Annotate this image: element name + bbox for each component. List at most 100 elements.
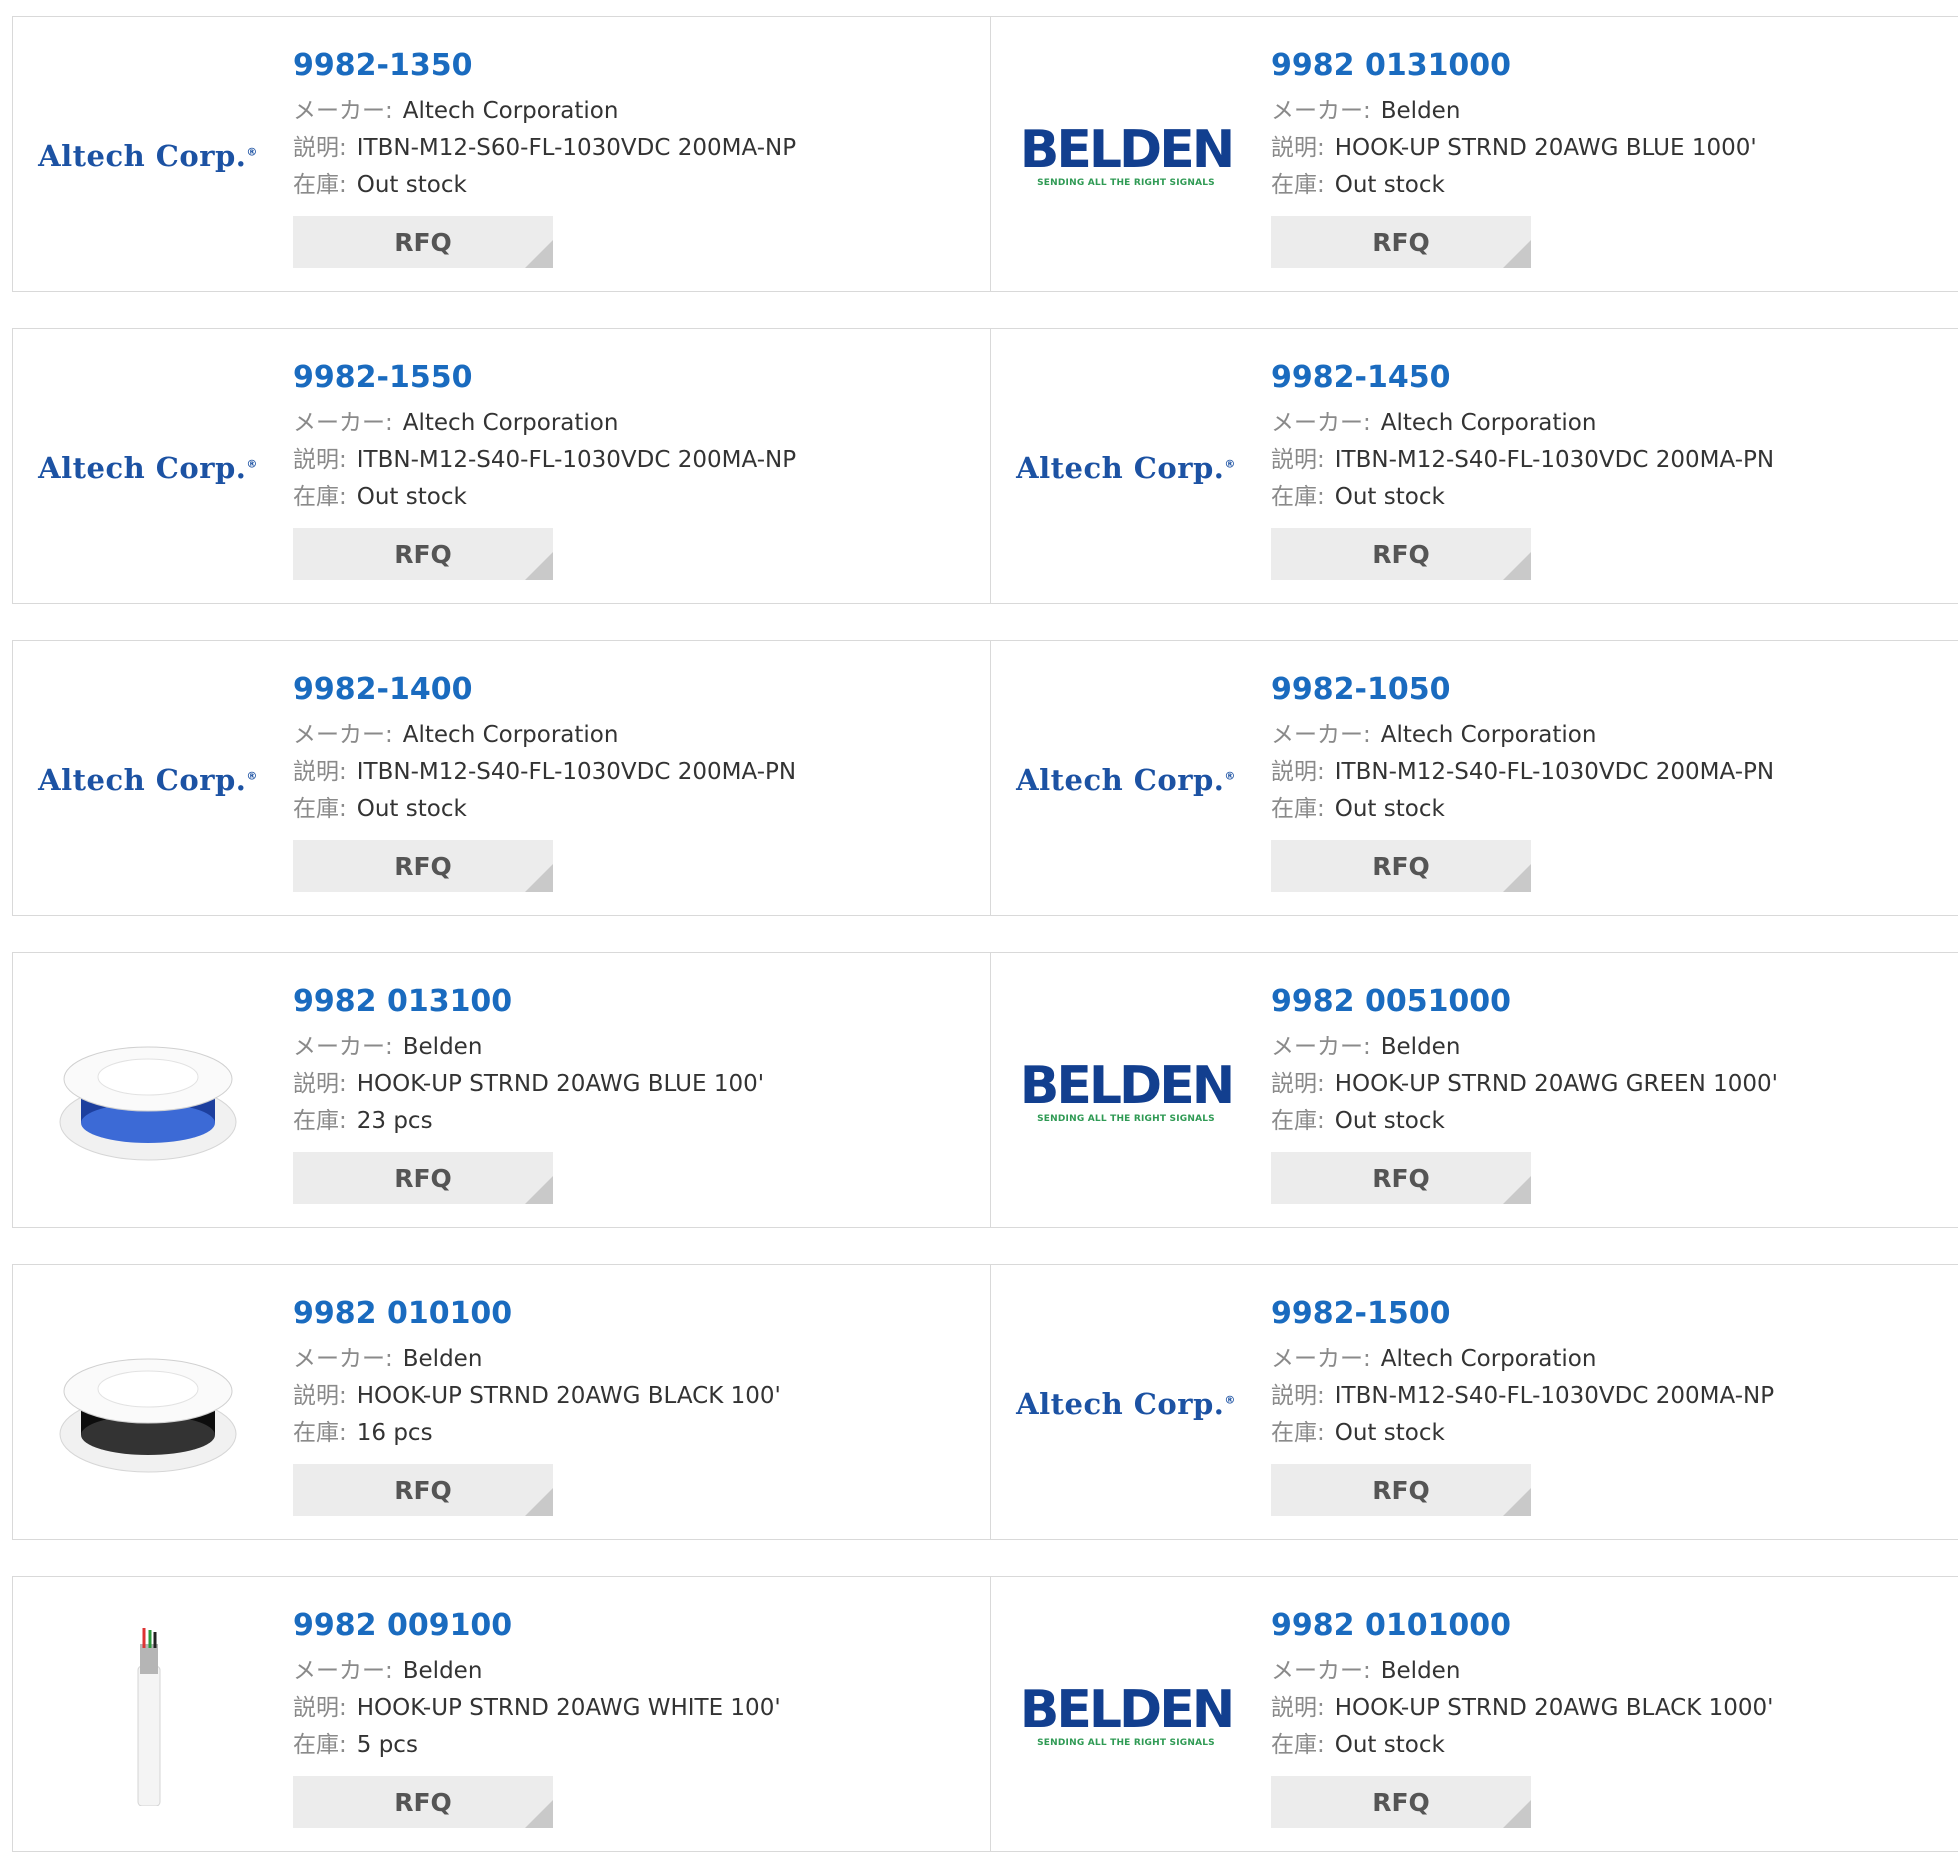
maker-label: メーカー:: [1271, 1034, 1371, 1060]
description-value: HOOK-UP STRND 20AWG BLUE 100': [356, 1071, 765, 1097]
stock-row: 在庫: Out stock: [293, 479, 971, 516]
stock-row: 在庫: 16 pcs: [293, 1415, 971, 1452]
part-number-link[interactable]: 9982-1050: [1271, 671, 1958, 709]
rfq-button[interactable]: RFQ: [1271, 1152, 1531, 1204]
stock-value: Out stock: [1334, 484, 1445, 510]
product-image[interactable]: [43, 1329, 253, 1479]
product-image[interactable]: Altech Corp.®: [1016, 1329, 1235, 1479]
rfq-button[interactable]: RFQ: [1271, 216, 1531, 268]
part-number-link[interactable]: 9982-1450: [1271, 359, 1958, 397]
product-info: 9982-1500 メーカー: Altech Corporation 説明: ITB…: [1271, 1295, 1958, 1516]
rfq-label: RFQ: [1372, 539, 1430, 569]
maker-row: メーカー: Altech Corporation: [1271, 1341, 1958, 1378]
description-value: ITBN-M12-S40-FL-1030VDC 200MA-PN: [1334, 759, 1775, 785]
maker-label: メーカー:: [1271, 1658, 1371, 1684]
stock-label: 在庫:: [293, 796, 347, 822]
maker-label: メーカー:: [1271, 722, 1371, 748]
product-image[interactable]: BELDEN SENDING ALL THE RIGHT SIGNALS: [1020, 1017, 1235, 1167]
rfq-button[interactable]: RFQ: [293, 1152, 553, 1204]
rfq-button[interactable]: RFQ: [1271, 528, 1531, 580]
product-card: BELDEN SENDING ALL THE RIGHT SIGNALS 9982…: [990, 16, 1958, 292]
maker-row: メーカー: Belden: [293, 1341, 971, 1378]
part-number-link[interactable]: 9982-1550: [293, 359, 971, 397]
maker-label: メーカー:: [293, 410, 393, 436]
corner-triangle-icon: [525, 552, 553, 580]
product-image[interactable]: Altech Corp.®: [1016, 393, 1235, 543]
rfq-button[interactable]: RFQ: [293, 528, 553, 580]
product-image[interactable]: Altech Corp.®: [38, 81, 257, 231]
corner-triangle-icon: [1503, 240, 1531, 268]
part-number-link[interactable]: 9982 0051000: [1271, 983, 1958, 1021]
rfq-label: RFQ: [1372, 1475, 1430, 1505]
description-row: 説明: HOOK-UP STRND 20AWG BLUE 1000': [1271, 130, 1958, 167]
description-value: HOOK-UP STRND 20AWG BLACK 100': [356, 1383, 781, 1409]
product-image[interactable]: BELDEN SENDING ALL THE RIGHT SIGNALS: [1020, 1641, 1235, 1791]
maker-value: Belden: [1380, 98, 1461, 124]
blue-wire-spool-icon: [59, 1046, 237, 1161]
description-value: ITBN-M12-S40-FL-1030VDC 200MA-NP: [1334, 1383, 1775, 1409]
maker-row: メーカー: Altech Corporation: [1271, 405, 1958, 442]
corner-triangle-icon: [1503, 1176, 1531, 1204]
altech-logo: Altech Corp.®: [38, 763, 258, 797]
rfq-button[interactable]: RFQ: [293, 1464, 553, 1516]
stock-value: Out stock: [356, 484, 467, 510]
part-number-link[interactable]: 9982 0131000: [1271, 47, 1958, 85]
description-value: HOOK-UP STRND 20AWG GREEN 1000': [1334, 1071, 1778, 1097]
product-info: 9982-1400 メーカー: Altech Corporation 説明: ITB…: [293, 671, 971, 892]
rfq-button[interactable]: RFQ: [1271, 1464, 1531, 1516]
rfq-button[interactable]: RFQ: [293, 216, 553, 268]
product-image[interactable]: Altech Corp.®: [38, 393, 257, 543]
product-info: 9982 010100 メーカー: Belden 説明: HOOK-UP STRND…: [293, 1295, 971, 1516]
description-label: 説明:: [1271, 1071, 1325, 1097]
description-row: 説明: ITBN-M12-S40-FL-1030VDC 200MA-NP: [1271, 1378, 1958, 1415]
stock-value: Out stock: [1334, 796, 1445, 822]
stock-label: 在庫:: [1271, 1420, 1325, 1446]
description-value: ITBN-M12-S60-FL-1030VDC 200MA-NP: [356, 135, 797, 161]
maker-row: メーカー: Belden: [293, 1653, 971, 1690]
description-label: 説明:: [1271, 1695, 1325, 1721]
description-row: 説明: ITBN-M12-S40-FL-1030VDC 200MA-PN: [1271, 442, 1958, 479]
rfq-label: RFQ: [394, 539, 452, 569]
product-image[interactable]: Altech Corp.®: [38, 705, 257, 855]
stock-row: 在庫: Out stock: [1271, 1103, 1958, 1140]
product-card: BELDEN SENDING ALL THE RIGHT SIGNALS 9982…: [990, 1576, 1958, 1852]
maker-label: メーカー:: [293, 98, 393, 124]
stock-value: Out stock: [1334, 1108, 1445, 1134]
product-info: 9982-1050 メーカー: Altech Corporation 説明: ITB…: [1271, 671, 1958, 892]
rfq-label: RFQ: [394, 1787, 452, 1817]
black-wire-spool-icon: [59, 1358, 237, 1473]
rfq-button[interactable]: RFQ: [1271, 840, 1531, 892]
product-image[interactable]: [43, 1628, 253, 1806]
product-card: BELDEN SENDING ALL THE RIGHT SIGNALS 9982…: [990, 952, 1958, 1228]
part-number-link[interactable]: 9982 009100: [293, 1607, 971, 1645]
part-number-link[interactable]: 9982 013100: [293, 983, 971, 1021]
product-image[interactable]: BELDEN SENDING ALL THE RIGHT SIGNALS: [1020, 81, 1235, 231]
description-label: 説明:: [293, 1695, 347, 1721]
product-image[interactable]: [43, 1017, 253, 1167]
rfq-button[interactable]: RFQ: [293, 840, 553, 892]
product-info: 9982 0101000 メーカー: Belden 説明: HOOK-UP STRN…: [1271, 1607, 1958, 1828]
stock-label: 在庫:: [293, 484, 347, 510]
description-row: 説明: HOOK-UP STRND 20AWG BLUE 100': [293, 1066, 971, 1103]
description-row: 説明: HOOK-UP STRND 20AWG GREEN 1000': [1271, 1066, 1958, 1103]
part-number-link[interactable]: 9982 0101000: [1271, 1607, 1958, 1645]
rfq-label: RFQ: [1372, 227, 1430, 257]
stock-label: 在庫:: [1271, 1732, 1325, 1758]
stock-label: 在庫:: [1271, 172, 1325, 198]
rfq-button[interactable]: RFQ: [293, 1776, 553, 1828]
rfq-button[interactable]: RFQ: [1271, 1776, 1531, 1828]
part-number-link[interactable]: 9982 010100: [293, 1295, 971, 1333]
maker-value: Belden: [402, 1346, 483, 1372]
maker-value: Belden: [1380, 1034, 1461, 1060]
product-image[interactable]: Altech Corp.®: [1016, 705, 1235, 855]
stock-label: 在庫:: [293, 1420, 347, 1446]
part-number-link[interactable]: 9982-1350: [293, 47, 971, 85]
stock-label: 在庫:: [1271, 796, 1325, 822]
part-number-link[interactable]: 9982-1400: [293, 671, 971, 709]
part-number-link[interactable]: 9982-1500: [1271, 1295, 1958, 1333]
product-info: 9982-1450 メーカー: Altech Corporation 説明: ITB…: [1271, 359, 1958, 580]
stock-value: Out stock: [1334, 1732, 1445, 1758]
product-grid: Altech Corp.® 9982-1350 メーカー: Altech Corp…: [0, 0, 1958, 1852]
altech-logo: Altech Corp.®: [1016, 1387, 1236, 1421]
stock-value: Out stock: [1334, 172, 1445, 198]
